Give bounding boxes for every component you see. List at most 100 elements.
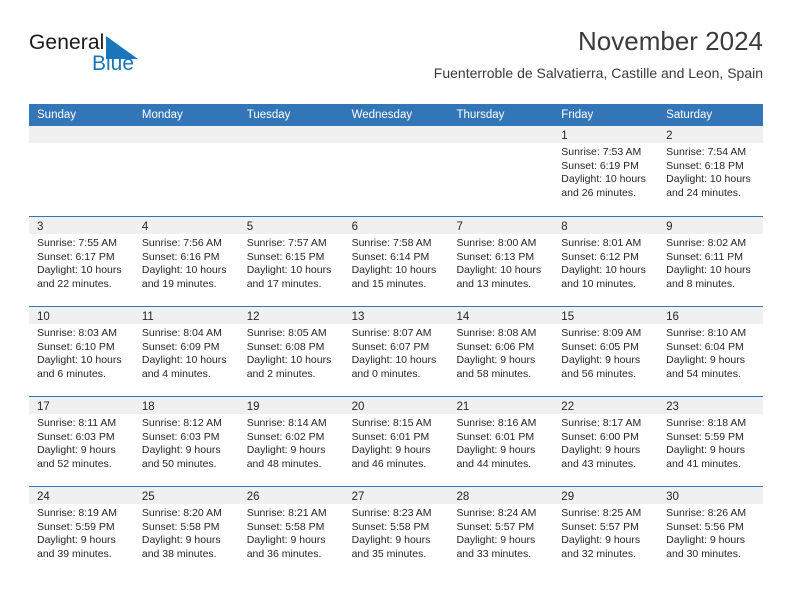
day-cell-15[interactable]: 15 Sunrise: 8:09 AM Sunset: 6:05 PM Dayligh… — [553, 307, 659, 396]
day-cell-6[interactable]: 6 Sunrise: 7:58 AM Sunset: 6:14 PM Daylight… — [343, 217, 449, 306]
daylight-text-cont: and 0 minutes. — [351, 367, 421, 380]
calendar-page: General Blue November 2024 Fuenterroble … — [0, 0, 792, 612]
day-number-band: 29 — [553, 487, 659, 504]
sunset-text: Sunset: 6:12 PM — [561, 250, 639, 263]
daylight-text: Daylight: 9 hours — [37, 534, 116, 547]
day-details: Sunrise: 8:07 AM Sunset: 6:07 PM Daylight:… — [344, 324, 449, 381]
day-cell-25[interactable]: 25 Sunrise: 8:20 AM Sunset: 5:58 PM Dayligh… — [133, 487, 239, 576]
day-cell-29[interactable]: 29 Sunrise: 8:25 AM Sunset: 5:57 PM Dayligh… — [553, 487, 659, 576]
day-cell-empty — [238, 126, 344, 216]
day-cell-10[interactable]: 10 Sunrise: 8:03 AM Sunset: 6:10 PM Dayligh… — [29, 307, 134, 396]
day-details: Sunrise: 7:55 AM Sunset: 6:17 PM Daylight:… — [29, 234, 134, 291]
daylight-text: Daylight: 10 hours — [141, 354, 227, 367]
day-cell-11[interactable]: 11 Sunrise: 8:04 AM Sunset: 6:09 PM Dayligh… — [133, 307, 239, 396]
sunset-text: Sunset: 6:03 PM — [141, 430, 220, 443]
sunset-text: Sunset: 6:06 PM — [456, 340, 535, 353]
day-cell-27[interactable]: 27 Sunrise: 8:23 AM Sunset: 5:58 PM Dayligh… — [343, 487, 449, 576]
day-cell-23[interactable]: 23 Sunrise: 8:18 AM Sunset: 5:59 PM Dayligh… — [658, 397, 764, 486]
sunrise-text: Sunrise: 8:04 AM — [141, 327, 222, 339]
day-cell-2[interactable]: 2 Sunrise: 7:54 AM Sunset: 6:18 PM Daylight… — [658, 126, 764, 216]
daylight-text-cont: and 56 minutes. — [561, 367, 637, 380]
daylight-text-cont: and 13 minutes. — [456, 277, 532, 290]
day-number: 18 — [141, 401, 155, 413]
weekday-header-friday: Friday — [561, 109, 594, 121]
sunset-text: Sunset: 6:19 PM — [561, 159, 639, 172]
day-details: Sunrise: 8:01 AM Sunset: 6:12 PM Daylight:… — [553, 234, 658, 291]
daylight-text: Daylight: 9 hours — [141, 534, 221, 547]
weekday-header-sunday: Sunday — [37, 109, 77, 121]
day-number: 6 — [351, 221, 358, 233]
daylight-text: Daylight: 9 hours — [561, 444, 641, 457]
day-number-band: 5 — [238, 217, 344, 234]
day-number-band: 26 — [238, 487, 344, 504]
sunrise-text: Sunrise: 8:26 AM — [666, 507, 747, 519]
calendar-grid: Sunday Monday Tuesday Wednesday Thursday Frid… — [29, 104, 764, 576]
daylight-text-cont: and 33 minutes. — [456, 547, 532, 560]
day-details: Sunrise: 8:04 AM Sunset: 6:09 PM Daylight:… — [134, 324, 239, 381]
daylight-text: Daylight: 10 hours — [561, 264, 646, 277]
brand-logo[interactable]: General Blue — [29, 32, 229, 88]
day-details: Sunrise: 8:05 AM Sunset: 6:08 PM Daylight:… — [239, 324, 344, 381]
day-details: Sunrise: 8:15 AM Sunset: 6:01 PM Daylight:… — [344, 414, 449, 471]
daylight-text: Daylight: 9 hours — [351, 534, 431, 547]
sunset-text: Sunset: 6:16 PM — [141, 250, 220, 263]
day-cell-13[interactable]: 13 Sunrise: 8:07 AM Sunset: 6:07 PM Dayligh… — [343, 307, 449, 396]
day-cell-17[interactable]: 17 Sunrise: 8:11 AM Sunset: 6:03 PM Dayligh… — [29, 397, 134, 486]
daylight-text-cont: and 2 minutes. — [246, 367, 316, 380]
day-cell-22[interactable]: 22 Sunrise: 8:17 AM Sunset: 6:00 PM Dayligh… — [553, 397, 659, 486]
daylight-text-cont: and 58 minutes. — [456, 367, 532, 380]
day-cell-5[interactable]: 5 Sunrise: 7:57 AM Sunset: 6:15 PM Daylight… — [238, 217, 344, 306]
day-number: 16 — [666, 311, 679, 323]
day-number-band: 22 — [553, 397, 659, 414]
day-cell-21[interactable]: 21 Sunrise: 8:16 AM Sunset: 6:01 PM Dayligh… — [448, 397, 554, 486]
sunset-text: Sunset: 5:58 PM — [246, 520, 325, 533]
day-number: 28 — [456, 491, 470, 503]
day-number-band: 21 — [448, 397, 554, 414]
day-cell-28[interactable]: 28 Sunrise: 8:24 AM Sunset: 5:57 PM Dayligh… — [448, 487, 554, 576]
day-cell-24[interactable]: 24 Sunrise: 8:19 AM Sunset: 5:59 PM Dayligh… — [29, 487, 134, 576]
daylight-text: Daylight: 9 hours — [456, 534, 536, 547]
sunset-text: Sunset: 5:58 PM — [351, 520, 430, 533]
day-cell-20[interactable]: 20 Sunrise: 8:15 AM Sunset: 6:01 PM Dayligh… — [343, 397, 449, 486]
day-cell-3[interactable]: 3 Sunrise: 7:55 AM Sunset: 6:17 PM Daylight… — [29, 217, 134, 306]
daylight-text-cont: and 48 minutes. — [246, 457, 322, 470]
day-details — [134, 143, 239, 146]
day-cell-26[interactable]: 26 Sunrise: 8:21 AM Sunset: 5:58 PM Dayligh… — [238, 487, 344, 576]
day-number-band — [238, 126, 344, 143]
day-cell-30[interactable]: 30 Sunrise: 8:26 AM Sunset: 5:56 PM Dayligh… — [658, 487, 764, 576]
sunrise-text: Sunrise: 8:01 AM — [561, 237, 642, 249]
day-number-band: 23 — [658, 397, 764, 414]
day-number: 27 — [351, 491, 365, 503]
day-cell-18[interactable]: 18 Sunrise: 8:12 AM Sunset: 6:03 PM Dayligh… — [133, 397, 239, 486]
daylight-text: Daylight: 9 hours — [666, 354, 745, 367]
day-cell-4[interactable]: 4 Sunrise: 7:56 AM Sunset: 6:16 PM Daylight… — [133, 217, 239, 306]
daylight-text: Daylight: 9 hours — [246, 534, 326, 547]
sunset-text: Sunset: 6:01 PM — [351, 430, 430, 443]
daylight-text-cont: and 44 minutes. — [456, 457, 532, 470]
daylight-text-cont: and 35 minutes. — [351, 547, 427, 560]
day-number-band: 2 — [658, 126, 764, 143]
day-number: 15 — [561, 311, 575, 323]
day-number-band — [343, 126, 449, 143]
day-cell-7[interactable]: 7 Sunrise: 8:00 AM Sunset: 6:13 PM Daylight… — [448, 217, 554, 306]
sunrise-text: Sunrise: 8:08 AM — [456, 327, 537, 339]
brand-name-general: General — [29, 31, 105, 54]
day-number-band: 16 — [658, 307, 764, 324]
daylight-text-cont: and 6 minutes. — [37, 367, 106, 380]
page-title: November 2024 — [578, 26, 763, 56]
day-cell-14[interactable]: 14 Sunrise: 8:08 AM Sunset: 6:06 PM Dayligh… — [448, 307, 554, 396]
day-cell-19[interactable]: 19 Sunrise: 8:14 AM Sunset: 6:02 PM Dayligh… — [238, 397, 344, 486]
day-cell-16[interactable]: 16 Sunrise: 8:10 AM Sunset: 6:04 PM Dayligh… — [658, 307, 764, 396]
day-details: Sunrise: 8:08 AM Sunset: 6:06 PM Daylight:… — [448, 324, 553, 381]
day-cell-8[interactable]: 8 Sunrise: 8:01 AM Sunset: 6:12 PM Daylight… — [553, 217, 659, 306]
day-cell-1[interactable]: 1 Sunrise: 7:53 AM Sunset: 6:19 PM Daylight… — [553, 126, 659, 216]
sunset-text: Sunset: 5:59 PM — [37, 520, 115, 533]
day-cell-empty — [133, 126, 239, 216]
sunrise-text: Sunrise: 8:12 AM — [141, 417, 222, 429]
daylight-text: Daylight: 9 hours — [666, 444, 745, 457]
day-number: 17 — [37, 401, 50, 413]
day-cell-12[interactable]: 12 Sunrise: 8:05 AM Sunset: 6:08 PM Dayligh… — [238, 307, 344, 396]
daylight-text-cont: and 17 minutes. — [246, 277, 322, 290]
day-cell-9[interactable]: 9 Sunrise: 8:02 AM Sunset: 6:11 PM Daylight… — [658, 217, 764, 306]
sunrise-text: Sunrise: 8:10 AM — [666, 327, 747, 339]
